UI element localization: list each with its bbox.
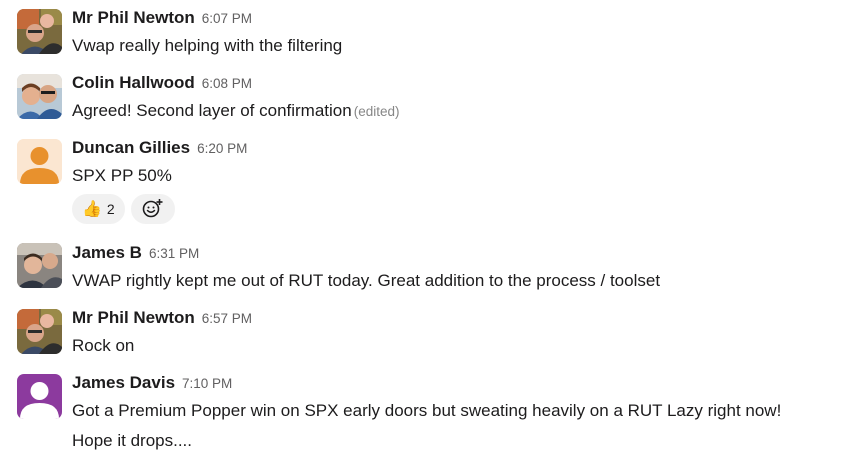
message-text: VWAP rightly kept me out of RUT today. G…: [72, 271, 661, 290]
author-name[interactable]: James B: [72, 243, 142, 262]
timestamp[interactable]: 6:20 PM: [197, 141, 247, 156]
avatar[interactable]: [17, 374, 62, 419]
message-text: Rock on: [72, 336, 135, 355]
message-feed: Mr Phil Newton 6:07 PM Vwap really helpin…: [0, 0, 847, 455]
avatar[interactable]: [17, 74, 62, 119]
author-name[interactable]: Mr Phil Newton: [72, 8, 195, 27]
timestamp[interactable]: 6:07 PM: [202, 11, 252, 26]
add-reaction-button[interactable]: [130, 194, 175, 224]
reaction-pill[interactable]: 👍 2: [72, 194, 125, 224]
avatar[interactable]: [17, 139, 62, 184]
timestamp[interactable]: 6:31 PM: [149, 246, 199, 261]
avatar[interactable]: [17, 9, 62, 54]
message-body: Agreed! Second layer of confirmation: [72, 101, 352, 120]
avatar[interactable]: [17, 243, 62, 288]
author-name[interactable]: Mr Phil Newton: [72, 308, 195, 327]
timestamp[interactable]: 6:08 PM: [202, 76, 252, 91]
timestamp[interactable]: 7:10 PM: [182, 376, 232, 391]
reaction-count: 2: [106, 201, 115, 217]
author-name[interactable]: Colin Hallwood: [72, 73, 195, 92]
message-text: Got a Premium Popper win on SPX early do…: [72, 401, 782, 450]
author-name[interactable]: Duncan Gillies: [72, 138, 190, 157]
message-text: SPX PP 50%: [72, 166, 172, 185]
add-reaction-icon: [142, 198, 164, 221]
avatar[interactable]: [17, 309, 62, 354]
message-text: Vwap really helping with the filtering: [72, 36, 343, 55]
author-name[interactable]: James Davis: [72, 373, 175, 392]
timestamp[interactable]: 6:57 PM: [202, 311, 252, 326]
thumbs-up-icon: 👍: [82, 201, 102, 218]
edited-label: (edited): [353, 104, 400, 119]
message-text: Agreed! Second layer of confirmation (edi…: [72, 96, 832, 127]
